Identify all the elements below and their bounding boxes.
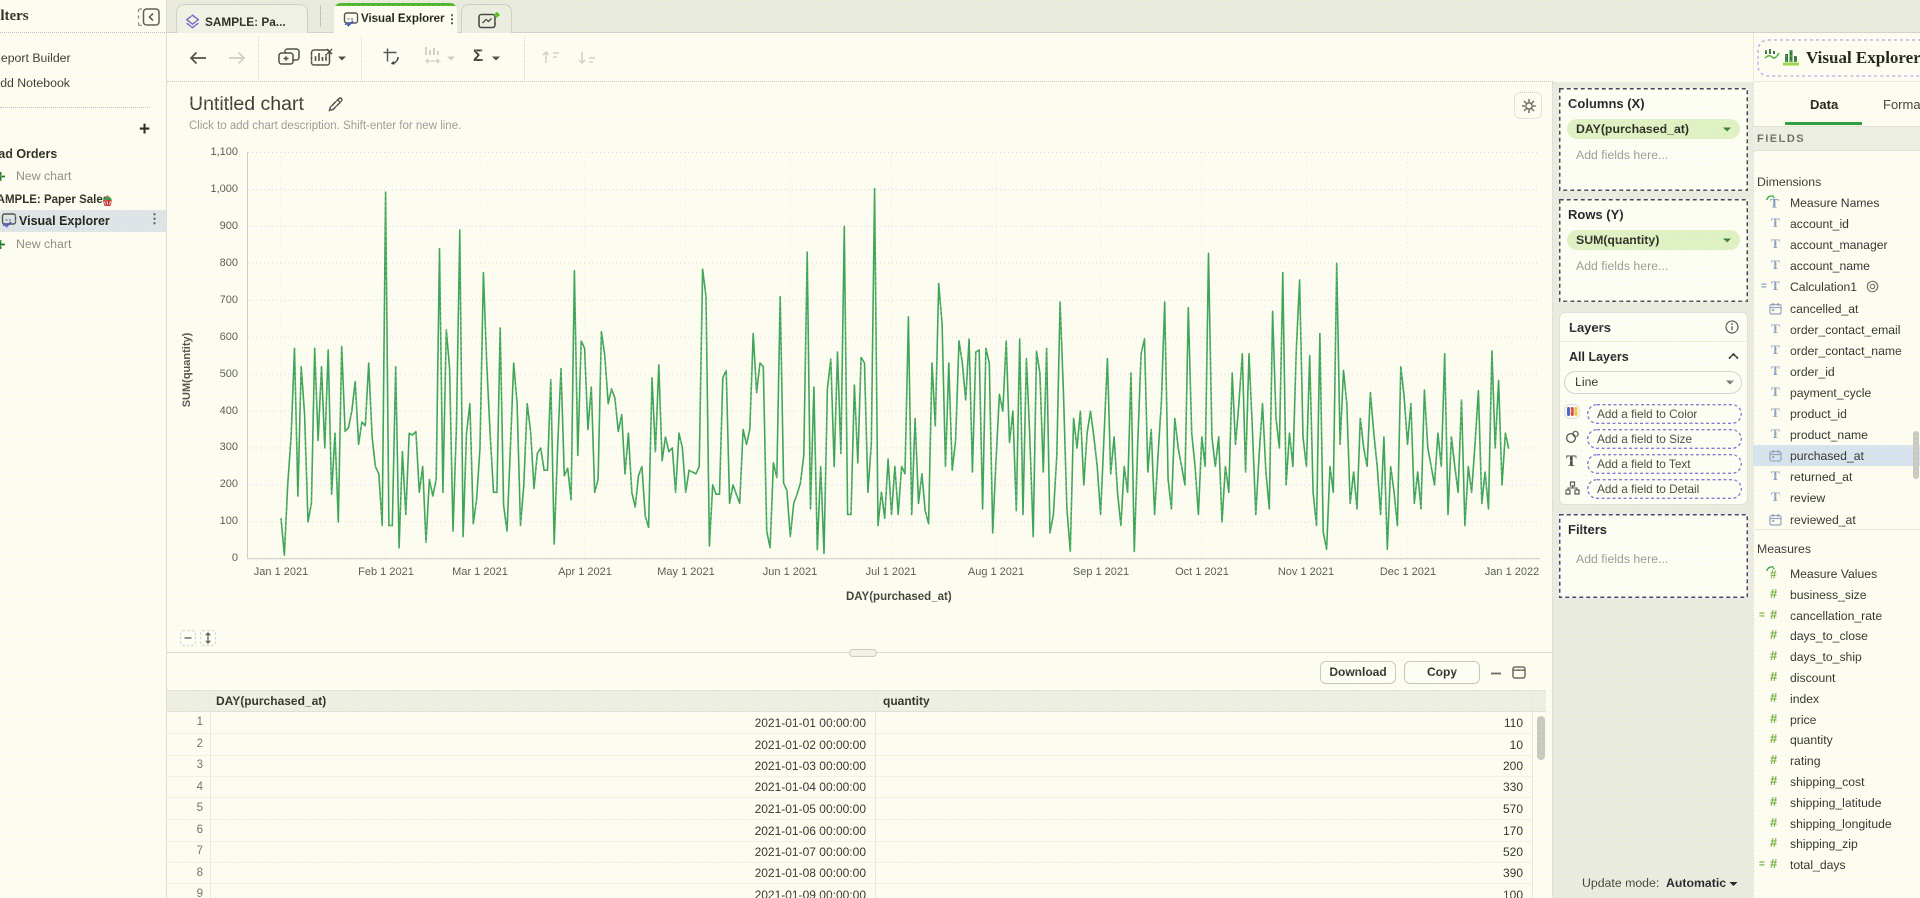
- svg-text:T: T: [1770, 196, 1779, 210]
- svg-text:#: #: [1770, 567, 1777, 581]
